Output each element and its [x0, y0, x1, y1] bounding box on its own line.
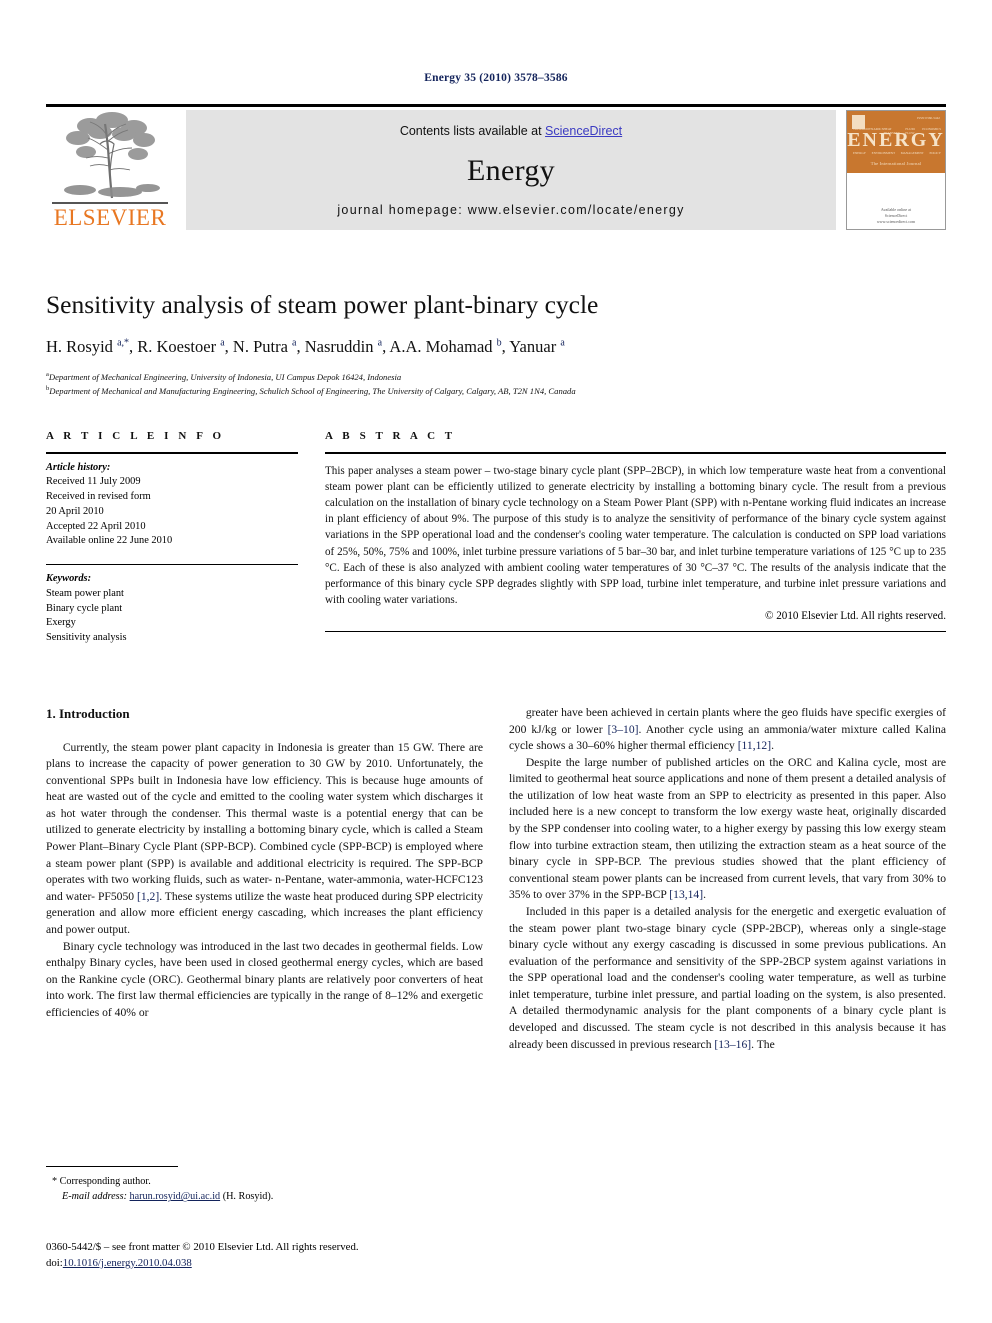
affiliation-b: bDepartment of Mechanical and Manufactur… — [46, 384, 946, 398]
sciencedirect-link[interactable]: ScienceDirect — [545, 124, 622, 138]
email-owner: (H. Rosyid). — [222, 1191, 274, 1203]
keyword-item: Exergy — [46, 617, 76, 629]
doi-prefix: doi: — [46, 1256, 63, 1269]
running-head: Energy 35 (2010) 3578–3586 — [424, 72, 568, 84]
cover-footer: Available online at ScienceDirect www.sc… — [847, 207, 945, 225]
cover-bottom-label-2: MANAGEMENT — [900, 151, 924, 155]
affiliations: aDepartment of Mechanical Engineering, U… — [46, 370, 946, 398]
journal-masthead: ELSEVIER Contents lists available at Sci… — [46, 104, 946, 230]
journal-title: Energy — [467, 154, 555, 187]
page-title: Sensitivity analysis of steam power plan… — [46, 290, 599, 319]
elsevier-wordmark: ELSEVIER — [53, 205, 167, 230]
journal-band: Contents lists available at ScienceDirec… — [186, 110, 836, 230]
article-info-column: A R T I C L E I N F O Article history: R… — [46, 430, 298, 646]
journal-cover-thumbnail[interactable]: ISSN 0360-5442 THERMODYNAMICS HEAT TRANS… — [846, 110, 946, 230]
doi-line: doi:10.1016/j.energy.2010.04.038 — [46, 1256, 516, 1272]
contents-available-line: Contents lists available at ScienceDirec… — [186, 124, 836, 138]
keyword-item: Steam power plant — [46, 587, 124, 599]
body-paragraph: Currently, the steam power plant capacit… — [46, 740, 483, 936]
issn-doi-block: 0360-5442/$ – see front matter © 2010 El… — [46, 1240, 516, 1271]
email-line: E-mail address: harun.rosyid@ui.ac.id (H… — [60, 1189, 483, 1204]
history-item: Received in revised form — [46, 491, 151, 503]
body-paragraph: Despite the large number of published ar… — [509, 755, 946, 902]
abstract-column: A B S T R A C T This paper analyses a st… — [325, 430, 946, 633]
affiliation-a: aDepartment of Mechanical Engineering, U… — [46, 370, 946, 384]
footnote-rule — [46, 1166, 178, 1167]
affiliation-a-text: Department of Mechanical Engineering, Un… — [48, 371, 402, 382]
keyword-item: Sensitivity analysis — [46, 632, 127, 644]
cover-top-band: ISSN 0360-5442 THERMODYNAMICS HEAT TRANS… — [847, 111, 945, 173]
cover-issue-code: ISSN 0360-5442 — [917, 116, 940, 120]
cover-bottom-label-1: ENVIRONMENT — [871, 151, 896, 155]
body-column-right: greater have been achieved in certain pl… — [509, 705, 946, 1053]
paper-page: Energy 35 (2010) 3578–3586 ELSEVIER Cont… — [0, 0, 992, 1323]
cover-bottom-labels: ENERGY ENVIRONMENT MANAGEMENT POLICY — [853, 151, 941, 155]
body-paragraph: greater have been achieved in certain pl… — [509, 706, 946, 753]
body-paragraph: Included in this paper is a detailed ana… — [509, 904, 946, 1051]
abstract-text: This paper analyses a steam power – two-… — [325, 464, 946, 607]
keywords-label: Keywords: — [46, 573, 92, 585]
doi-link[interactable]: 10.1016/j.energy.2010.04.038 — [63, 1257, 192, 1269]
affiliation-b-text: Department of Mechanical and Manufacturi… — [49, 386, 576, 397]
cover-footer-line3: www.sciencedirect.com — [876, 219, 916, 224]
elsevier-logo-rule — [52, 202, 168, 204]
elsevier-tree-icon — [50, 110, 170, 202]
email-label: E-mail address: — [62, 1191, 127, 1203]
abstract-rule-bottom — [325, 631, 946, 633]
body-column-left: 1. Introduction Currently, the steam pow… — [46, 705, 483, 1021]
keywords-group: Keywords: Steam power plant Binary cycle… — [46, 565, 298, 646]
issn-line: 0360-5442/$ – see front matter © 2010 El… — [46, 1241, 359, 1253]
body-paragraph: Binary cycle technology was introduced i… — [46, 939, 483, 1019]
cover-subtitle: The International Journal — [870, 161, 922, 166]
cover-title: ENERGY — [847, 129, 945, 151]
journal-homepage[interactable]: journal homepage: www.elsevier.com/locat… — [186, 203, 836, 217]
history-item: Received 11 July 2009 — [46, 476, 141, 488]
corresponding-author-line: * Corresponding author. — [52, 1176, 151, 1187]
article-info-heading: A R T I C L E I N F O — [46, 430, 225, 442]
abstract-heading: A B S T R A C T — [325, 430, 456, 442]
history-item: Available online 22 June 2010 — [46, 535, 173, 547]
abstract-copyright: © 2010 Elsevier Ltd. All rights reserved… — [765, 610, 946, 623]
footnote-block: * Corresponding author. E-mail address: … — [46, 1166, 483, 1205]
elsevier-logo: ELSEVIER — [46, 110, 174, 230]
corresponding-author-note: * Corresponding author. E-mail address: … — [46, 1174, 483, 1205]
email-link[interactable]: harun.rosyid@ui.ac.id — [130, 1191, 221, 1202]
title-block: Sensitivity analysis of steam power plan… — [46, 290, 946, 398]
history-item: Accepted 22 April 2010 — [46, 520, 146, 532]
article-history-group: Article history: Received 11 July 2009 R… — [46, 454, 298, 550]
article-history-label: Article history: — [46, 461, 111, 473]
cover-bottom-label-3: POLICY — [929, 151, 941, 155]
history-item: 20 April 2010 — [46, 505, 104, 517]
keyword-item: Binary cycle plant — [46, 602, 123, 614]
contents-prefix: Contents lists available at — [399, 124, 546, 138]
author-list: H. Rosyid a,*, R. Koestoer a, N. Putra a… — [46, 337, 565, 357]
cover-bottom-label-0: ENERGY — [853, 151, 866, 155]
section-heading-introduction: 1. Introduction — [46, 706, 130, 721]
masthead-top-rule — [46, 104, 946, 107]
